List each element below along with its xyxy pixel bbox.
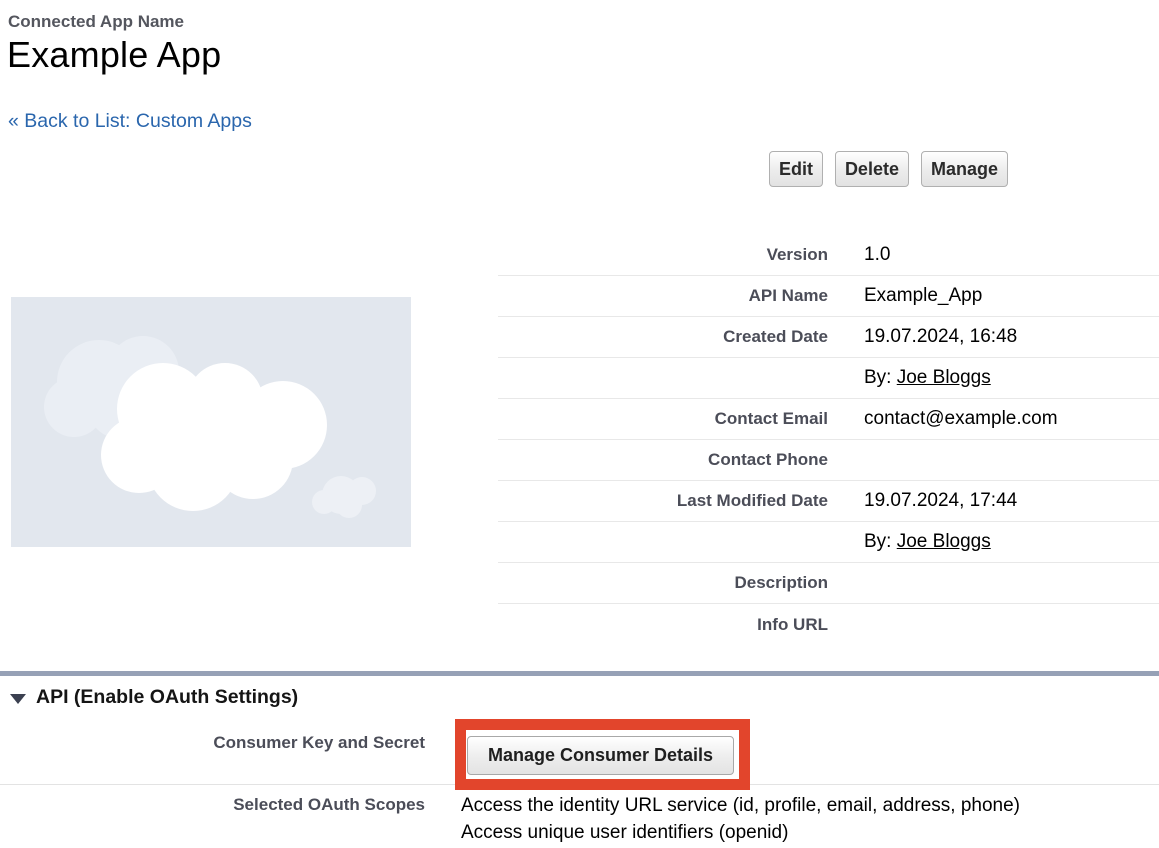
field-label: Info URL <box>498 615 828 635</box>
page-title: Example App <box>7 34 221 76</box>
manage-button[interactable]: Manage <box>921 151 1008 187</box>
field-value: contact@example.com <box>864 408 1058 430</box>
app-logo-image <box>11 297 411 547</box>
detail-row-contact-email: Contact Email contact@example.com <box>498 399 1159 440</box>
detail-row-modified-by: By: Joe Bloggs <box>498 522 1159 563</box>
by-prefix: By: <box>864 531 897 552</box>
section-divider-bar <box>0 671 1159 676</box>
consumer-key-secret-label: Consumer Key and Secret <box>0 733 425 753</box>
field-label: Version <box>498 245 828 265</box>
detail-row-created-date: Created Date 19.07.2024, 16:48 <box>498 317 1159 358</box>
field-value: By: Joe Bloggs <box>864 531 991 553</box>
modified-by-user-link[interactable]: Joe Bloggs <box>897 531 991 552</box>
detail-row-version: Version 1.0 <box>498 235 1159 276</box>
connected-app-detail-page: Connected App Name Example App « Back to… <box>0 0 1159 848</box>
back-to-list-link[interactable]: « Back to List: Custom Apps <box>8 110 252 133</box>
delete-button[interactable]: Delete <box>835 151 909 187</box>
collapse-triangle-icon[interactable] <box>10 694 26 704</box>
oauth-scopes-list: Access the identity URL service (id, pro… <box>461 792 1020 846</box>
field-value: Example_App <box>864 285 982 307</box>
field-label: Contact Email <box>498 409 828 429</box>
selected-oauth-scopes-label: Selected OAuth Scopes <box>0 795 425 815</box>
field-value: 19.07.2024, 17:44 <box>864 490 1017 512</box>
field-label: Contact Phone <box>498 450 828 470</box>
field-label: Created Date <box>498 327 828 347</box>
oauth-section-header: API (Enable OAuth Settings) <box>10 686 298 709</box>
detail-row-contact-phone: Contact Phone <box>498 440 1159 481</box>
by-prefix: By: <box>864 367 897 388</box>
detail-row-last-modified-date: Last Modified Date 19.07.2024, 17:44 <box>498 481 1159 522</box>
oauth-scope-item: Access unique user identifiers (openid) <box>461 819 1020 846</box>
field-value: 19.07.2024, 16:48 <box>864 326 1017 348</box>
toolbar: Edit Delete Manage <box>769 151 1008 187</box>
manage-consumer-details-button[interactable]: Manage Consumer Details <box>467 736 734 775</box>
connected-app-name-caption: Connected App Name <box>8 12 184 32</box>
detail-table: Version 1.0 API Name Example_App Created… <box>498 235 1159 645</box>
detail-row-api-name: API Name Example_App <box>498 276 1159 317</box>
detail-row-description: Description <box>498 563 1159 604</box>
edit-button[interactable]: Edit <box>769 151 823 187</box>
field-label: Description <box>498 573 828 593</box>
field-label: Last Modified Date <box>498 491 828 511</box>
detail-row-created-by: By: Joe Bloggs <box>498 358 1159 399</box>
detail-row-info-url: Info URL <box>498 604 1159 645</box>
oauth-section-title: API (Enable OAuth Settings) <box>36 686 298 709</box>
cloud-illustration-icon <box>11 297 411 547</box>
field-value: By: Joe Bloggs <box>864 367 991 389</box>
field-label: API Name <box>498 286 828 306</box>
oauth-scope-item: Access the identity URL service (id, pro… <box>461 792 1020 819</box>
field-value: 1.0 <box>864 244 890 266</box>
created-by-user-link[interactable]: Joe Bloggs <box>897 367 991 388</box>
